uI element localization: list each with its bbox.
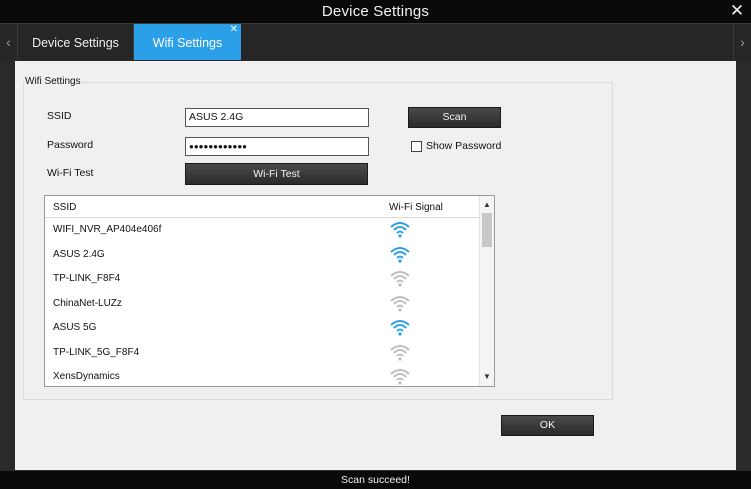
group-title: Wifi Settings [24,76,82,87]
network-ssid: ASUS 2.4G [53,248,105,260]
ssid-label: SSID [47,110,72,122]
wifi-signal-icon [389,318,411,336]
network-ssid: TP-LINK_5G_F8F4 [53,346,140,358]
title-bar: Device Settings ✕ [0,0,751,23]
column-header-signal: Wi-Fi Signal [389,202,443,213]
tab-device-settings[interactable]: Device Settings [18,24,134,60]
tab-close-icon[interactable]: ✕ [230,11,238,49]
tab-label: Device Settings [32,36,119,50]
tab-scroll-right-icon[interactable]: › [733,24,751,60]
list-item[interactable]: TP-LINK_F8F4 [45,268,480,292]
scroll-up-icon[interactable]: ▲ [480,198,494,212]
list-item[interactable]: ASUS 5G [45,317,480,341]
network-ssid: ChinaNet-LUZz [53,297,122,309]
wifi-signal-icon [389,367,411,385]
network-ssid: ASUS 5G [53,322,97,333]
wifi-signal-icon [389,269,411,287]
list-item[interactable]: WIFI_NVR_AP404e406f [45,219,480,243]
tab-scroll-left-icon[interactable]: ‹ [0,24,18,60]
wifi-signal-icon [389,294,411,312]
scroll-thumb[interactable] [482,213,492,247]
wifi-test-label: Wi-Fi Test [47,167,94,179]
ssid-input[interactable]: ASUS 2.4G [185,108,369,127]
list-item[interactable]: ChinaNet-LUZz [45,293,480,317]
tab-wifi-settings[interactable]: Wifi Settings ✕ [134,24,241,60]
network-list[interactable]: SSID Wi-Fi Signal WIFI_NVR_AP404e406f ASU… [44,195,495,387]
network-ssid: WIFI_NVR_AP404e406f [53,224,162,235]
list-header: SSID Wi-Fi Signal [45,196,480,218]
tab-label: Wifi Settings [152,36,223,50]
ok-button[interactable]: OK [501,415,594,436]
window-title: Device Settings [321,3,430,20]
wifi-test-button[interactable]: Wi-Fi Test [185,163,368,185]
password-input[interactable]: ●●●●●●●●●●●● [185,137,369,156]
scroll-down-icon[interactable]: ▼ [480,370,494,384]
status-bar: Scan succeed! [0,471,751,489]
show-password-checkbox[interactable] [411,141,422,152]
wifi-signal-icon [389,343,411,361]
network-ssid: XensDynamics [53,371,120,382]
close-icon[interactable]: ✕ [729,1,745,21]
wifi-signal-icon [389,220,411,238]
column-header-ssid: SSID [53,202,77,213]
scan-button[interactable]: Scan [408,107,501,128]
tab-bar: ‹ Device Settings Wifi Settings ✕ › [0,23,751,60]
wifi-signal-icon [389,245,411,263]
network-ssid: TP-LINK_F8F4 [53,273,121,284]
list-scrollbar[interactable]: ▲ ▼ [479,196,494,386]
list-item[interactable]: XensDynamics [45,366,480,386]
password-label: Password [47,139,94,151]
list-item[interactable]: ASUS 2.4G [45,244,480,268]
list-item[interactable]: TP-LINK_5G_F8F4 [45,342,480,366]
show-password-label: Show Password [426,140,502,152]
